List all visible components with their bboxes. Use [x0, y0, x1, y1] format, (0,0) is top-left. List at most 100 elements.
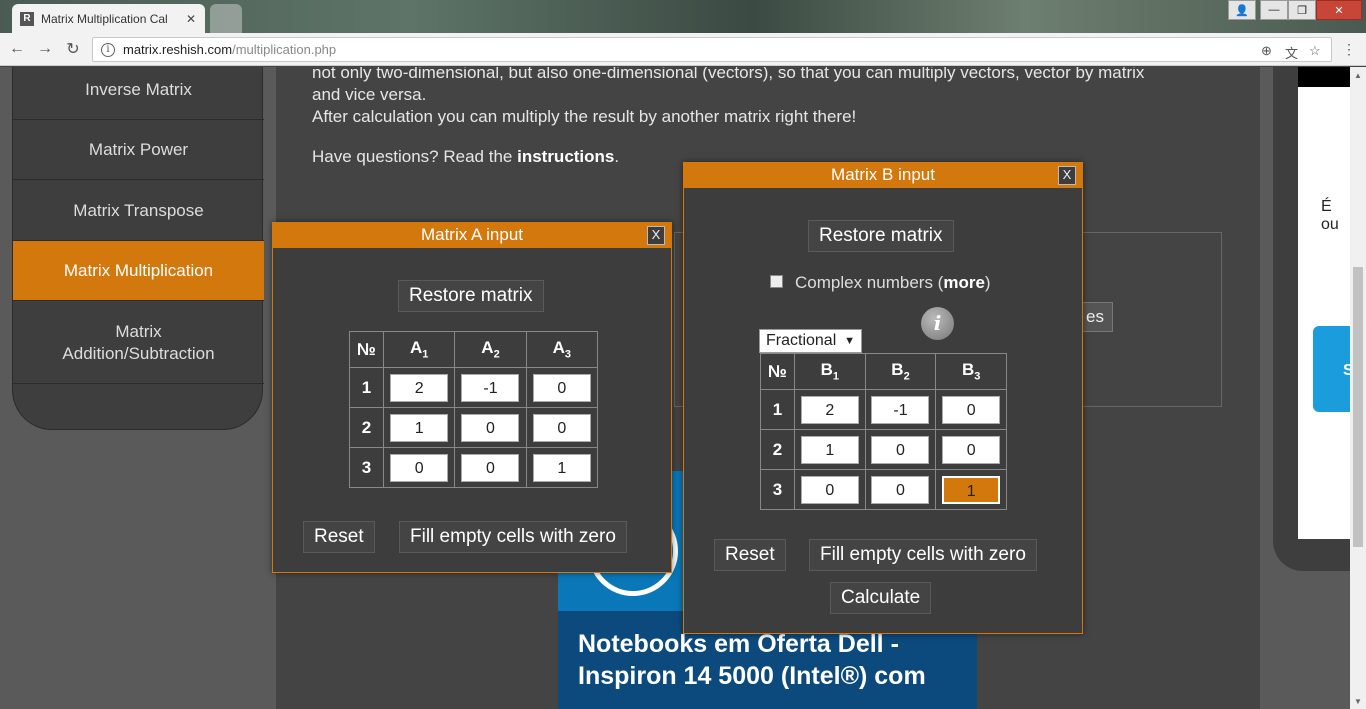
- matrix-b-dialog: Matrix B input X Restore matrix Complex …: [683, 162, 1083, 634]
- browser-tab-active[interactable]: R Matrix Multiplication Cal ✕: [12, 4, 205, 33]
- scrollbar-thumb[interactable]: [1353, 267, 1363, 547]
- sidebar-item-label-line1: Matrix: [115, 321, 162, 341]
- matrix-a-cell[interactable]: 1: [532, 453, 591, 482]
- matrix-b-row-number: 2: [760, 429, 795, 470]
- right-ad-text: É ou: [1321, 198, 1339, 233]
- window-close-icon[interactable]: ✕: [1316, 0, 1362, 20]
- forward-icon[interactable]: →: [35, 39, 55, 59]
- matrix-b-row-number: 1: [760, 389, 795, 430]
- description-line-1: not only two-dimensional, but also one-d…: [312, 67, 1145, 82]
- instructions-link[interactable]: instructions: [517, 147, 614, 166]
- matrix-a-cell[interactable]: 2: [390, 373, 449, 402]
- sidebar-item-matrix-addition-subtraction[interactable]: Matrix Addition/Subtraction: [13, 302, 264, 384]
- matrix-b-cell[interactable]: 0: [942, 395, 1001, 424]
- calculate-button[interactable]: Calculate: [830, 582, 932, 614]
- matrix-b-col-header: B3: [935, 353, 1007, 390]
- back-icon[interactable]: ←: [7, 39, 27, 59]
- matrix-a-reset-button[interactable]: Reset: [303, 521, 375, 553]
- matrix-b-cell[interactable]: 0: [942, 435, 1001, 464]
- complex-more-link[interactable]: more: [943, 273, 985, 292]
- matrix-a-col-header: A3: [525, 331, 599, 368]
- sidebar: Inverse Matrix Matrix Power Matrix Trans…: [12, 67, 264, 430]
- reshish-favicon-icon: R: [20, 11, 34, 26]
- matrix-b-corner-header: №: [760, 353, 795, 390]
- minimize-icon[interactable]: —: [1260, 0, 1288, 20]
- sidebar-item-matrix-transpose[interactable]: Matrix Transpose: [13, 181, 264, 241]
- matrix-b-cell[interactable]: 2: [800, 395, 859, 424]
- matrix-b-row-number: 3: [760, 469, 795, 510]
- complex-numbers-checkbox[interactable]: [770, 275, 783, 288]
- bookmark-star-icon[interactable]: ☆: [1309, 43, 1321, 59]
- matrix-a-title-text: Matrix A input: [420, 225, 524, 244]
- matrix-a-col-header: A2: [454, 331, 527, 368]
- right-ad-button[interactable]: S: [1313, 326, 1350, 412]
- matrix-a-restore-button[interactable]: Restore matrix: [398, 280, 544, 312]
- browser-titlebar: R Matrix Multiplication Cal ✕ 👤 — ❐ ✕: [0, 0, 1366, 33]
- translate-icon[interactable]: 文: [1285, 43, 1298, 62]
- matrix-b-cell-active[interactable]: 1: [942, 475, 1001, 504]
- tab-title: Matrix Multiplication Cal: [41, 11, 168, 26]
- matrix-b-cell[interactable]: 0: [871, 435, 930, 464]
- browser-tab-new[interactable]: [210, 4, 242, 33]
- matrix-a-cell[interactable]: 0: [461, 453, 520, 482]
- matrix-a-title: Matrix A input X: [273, 223, 671, 248]
- zoom-icon[interactable]: ⊕: [1261, 43, 1272, 59]
- scroll-up-icon[interactable]: ▲: [1354, 71, 1362, 80]
- complex-numbers-label: Complex numbers (more): [795, 273, 991, 292]
- matrix-a-row-number: 1: [349, 367, 384, 408]
- scroll-down-icon[interactable]: ▼: [1354, 697, 1362, 706]
- description-line-2: and vice versa.: [312, 85, 427, 104]
- matrix-a-cell[interactable]: -1: [461, 373, 520, 402]
- matrix-a-cell[interactable]: 0: [532, 373, 591, 402]
- browser-menu-icon[interactable]: ⋮: [1342, 41, 1356, 58]
- ad-headline-line-2: Inspiron 14 5000 (Intel®) com: [578, 662, 926, 690]
- description-line-3: After calculation you can multiply the r…: [312, 107, 857, 126]
- matrix-b-cell[interactable]: 0: [871, 475, 930, 504]
- matrix-a-fill-zero-button[interactable]: Fill empty cells with zero: [399, 521, 627, 553]
- chevron-down-icon: ▼: [844, 335, 855, 347]
- matrix-a-close-button[interactable]: X: [647, 226, 665, 245]
- page-scrollbar[interactable]: ▲ ▼: [1350, 67, 1366, 709]
- matrix-b-cell[interactable]: 1: [800, 435, 859, 464]
- matrix-b-cell[interactable]: -1: [871, 395, 930, 424]
- matrix-a-cell[interactable]: 0: [461, 413, 520, 442]
- browser-toolbar: ← → ↻ i matrix.reshish.com /multiplicati…: [0, 33, 1366, 66]
- sidebar-item-inverse-matrix[interactable]: Inverse Matrix: [13, 67, 264, 120]
- matrix-b-col-header: B2: [864, 353, 937, 390]
- reload-icon[interactable]: ↻: [63, 39, 83, 59]
- matrix-a-dialog: Matrix A input X Restore matrix № A1 A2 …: [272, 222, 672, 573]
- matrix-b-restore-button[interactable]: Restore matrix: [808, 220, 954, 252]
- matrix-b-title-text: Matrix B input: [831, 165, 935, 184]
- right-ad-body: [1298, 87, 1350, 539]
- matrix-a-col-header: A1: [382, 331, 456, 368]
- profile-icon[interactable]: 👤: [1228, 0, 1256, 20]
- url-host: matrix.reshish.com: [123, 42, 233, 57]
- matrix-b-table: № B1 B2 B3 1 2 -1 0 2 1 0 0 3 0 0 1: [760, 353, 1007, 510]
- sidebar-item-matrix-multiplication[interactable]: Matrix Multiplication: [13, 241, 264, 301]
- matrix-a-cell[interactable]: 0: [532, 413, 591, 442]
- ad-headline: Notebooks em Oferta Dell - Inspiron 14 5…: [578, 628, 968, 692]
- matrix-b-cell[interactable]: 0: [800, 475, 859, 504]
- matrix-b-reset-button[interactable]: Reset: [714, 539, 786, 571]
- questions-suffix: .: [614, 147, 620, 166]
- sidebar-item-label-line2: Addition/Subtraction: [62, 343, 215, 363]
- number-format-select[interactable]: Fractional ▼: [759, 329, 862, 353]
- matrix-a-cell[interactable]: 1: [390, 413, 449, 442]
- maximize-icon[interactable]: ❐: [1288, 0, 1316, 20]
- sidebar-item-matrix-power[interactable]: Matrix Power: [13, 120, 264, 180]
- matrix-a-row-number: 3: [349, 447, 384, 488]
- matrix-a-corner-header: №: [349, 331, 384, 368]
- right-ad-header: [1298, 67, 1350, 87]
- tab-close-icon[interactable]: ✕: [186, 12, 196, 26]
- right-ad-panel: É ou S: [1273, 67, 1350, 571]
- matrix-a-cell[interactable]: 0: [390, 453, 449, 482]
- address-bar[interactable]: i matrix.reshish.com /multiplication.php…: [92, 37, 1332, 62]
- matrix-b-fill-zero-button[interactable]: Fill empty cells with zero: [809, 539, 1037, 571]
- site-info-icon[interactable]: i: [101, 42, 115, 57]
- info-icon[interactable]: i: [921, 307, 954, 340]
- matrix-b-close-button[interactable]: X: [1058, 166, 1076, 185]
- questions-text: Have questions? Read the instructions.: [312, 146, 619, 168]
- url-path: /multiplication.php: [232, 42, 337, 57]
- matrix-b-col-header: B1: [794, 353, 866, 390]
- questions-prefix: Have questions? Read the: [312, 147, 518, 166]
